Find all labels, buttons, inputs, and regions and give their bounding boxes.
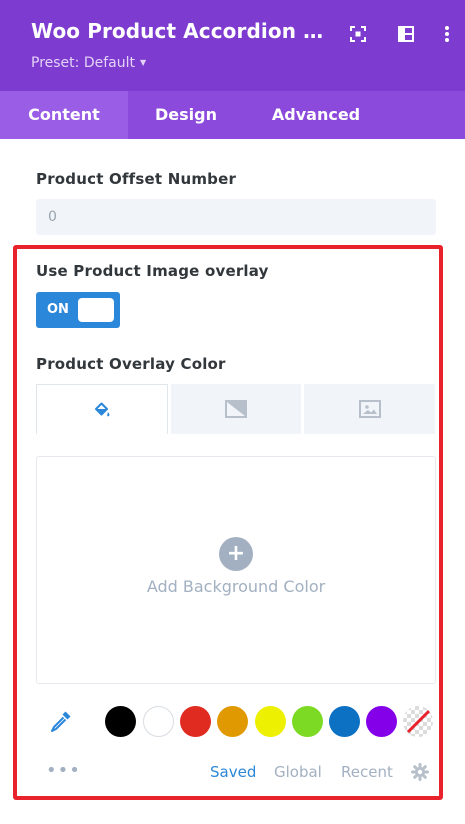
swatch-black[interactable] <box>105 706 136 737</box>
layout-toggle-icon[interactable] <box>394 22 418 46</box>
overlay-toggle-label: Use Product Image overlay <box>36 262 269 280</box>
no-color-slash-icon <box>406 709 431 734</box>
eyedropper-icon[interactable] <box>48 708 74 734</box>
color-type-tab-gradient[interactable] <box>171 384 301 434</box>
tab-design[interactable]: Design <box>140 91 232 139</box>
palette-tab-recent[interactable]: Recent <box>341 763 393 781</box>
more-options-icon[interactable] <box>435 22 459 46</box>
swatch-transparent[interactable] <box>403 706 433 737</box>
preset-selector[interactable]: Preset: Default ▼ <box>31 55 146 71</box>
palette-tab-saved[interactable]: Saved <box>210 763 256 781</box>
color-preview-area: + Add Background Color <box>36 456 436 684</box>
preset-label: Preset: Default <box>31 55 135 71</box>
swatch-yellow[interactable] <box>255 706 286 737</box>
module-title: Woo Product Accordion Settings <box>31 19 336 43</box>
settings-tabs: Content Design Advanced <box>0 91 465 139</box>
color-type-tab-image[interactable] <box>304 384 435 434</box>
swatch-red[interactable] <box>180 706 211 737</box>
plus-icon[interactable]: + <box>219 537 253 571</box>
image-icon <box>358 400 381 418</box>
gradient-icon <box>225 400 247 418</box>
toggle-state: ON <box>47 302 69 317</box>
offset-input[interactable]: 0 <box>36 199 436 235</box>
module-settings-header: Woo Product Accordion Settings Preset: D… <box>0 0 465 91</box>
swatch-white[interactable] <box>143 706 174 737</box>
paint-bucket-icon <box>95 402 110 416</box>
tab-advanced[interactable]: Advanced <box>262 91 370 139</box>
swatch-green[interactable] <box>292 706 323 737</box>
add-background-color-label[interactable]: Add Background Color <box>37 577 435 596</box>
swatch-orange[interactable] <box>217 706 248 737</box>
gear-icon[interactable] <box>411 763 429 781</box>
tab-content[interactable]: Content <box>0 91 128 139</box>
palette-tab-global[interactable]: Global <box>274 763 322 781</box>
focus-icon[interactable] <box>346 22 370 46</box>
toggle-knob <box>78 298 114 322</box>
overlay-toggle[interactable]: ON <box>36 292 120 328</box>
offset-label: Product Offset Number <box>36 170 237 188</box>
swatch-blue[interactable] <box>329 706 360 737</box>
swatch-purple[interactable] <box>366 706 397 737</box>
overlay-color-label: Product Overlay Color <box>36 355 226 373</box>
caret-down-icon: ▼ <box>139 58 147 67</box>
more-dots-icon[interactable]: ••• <box>46 760 81 781</box>
color-type-tab-solid[interactable] <box>36 384 168 434</box>
